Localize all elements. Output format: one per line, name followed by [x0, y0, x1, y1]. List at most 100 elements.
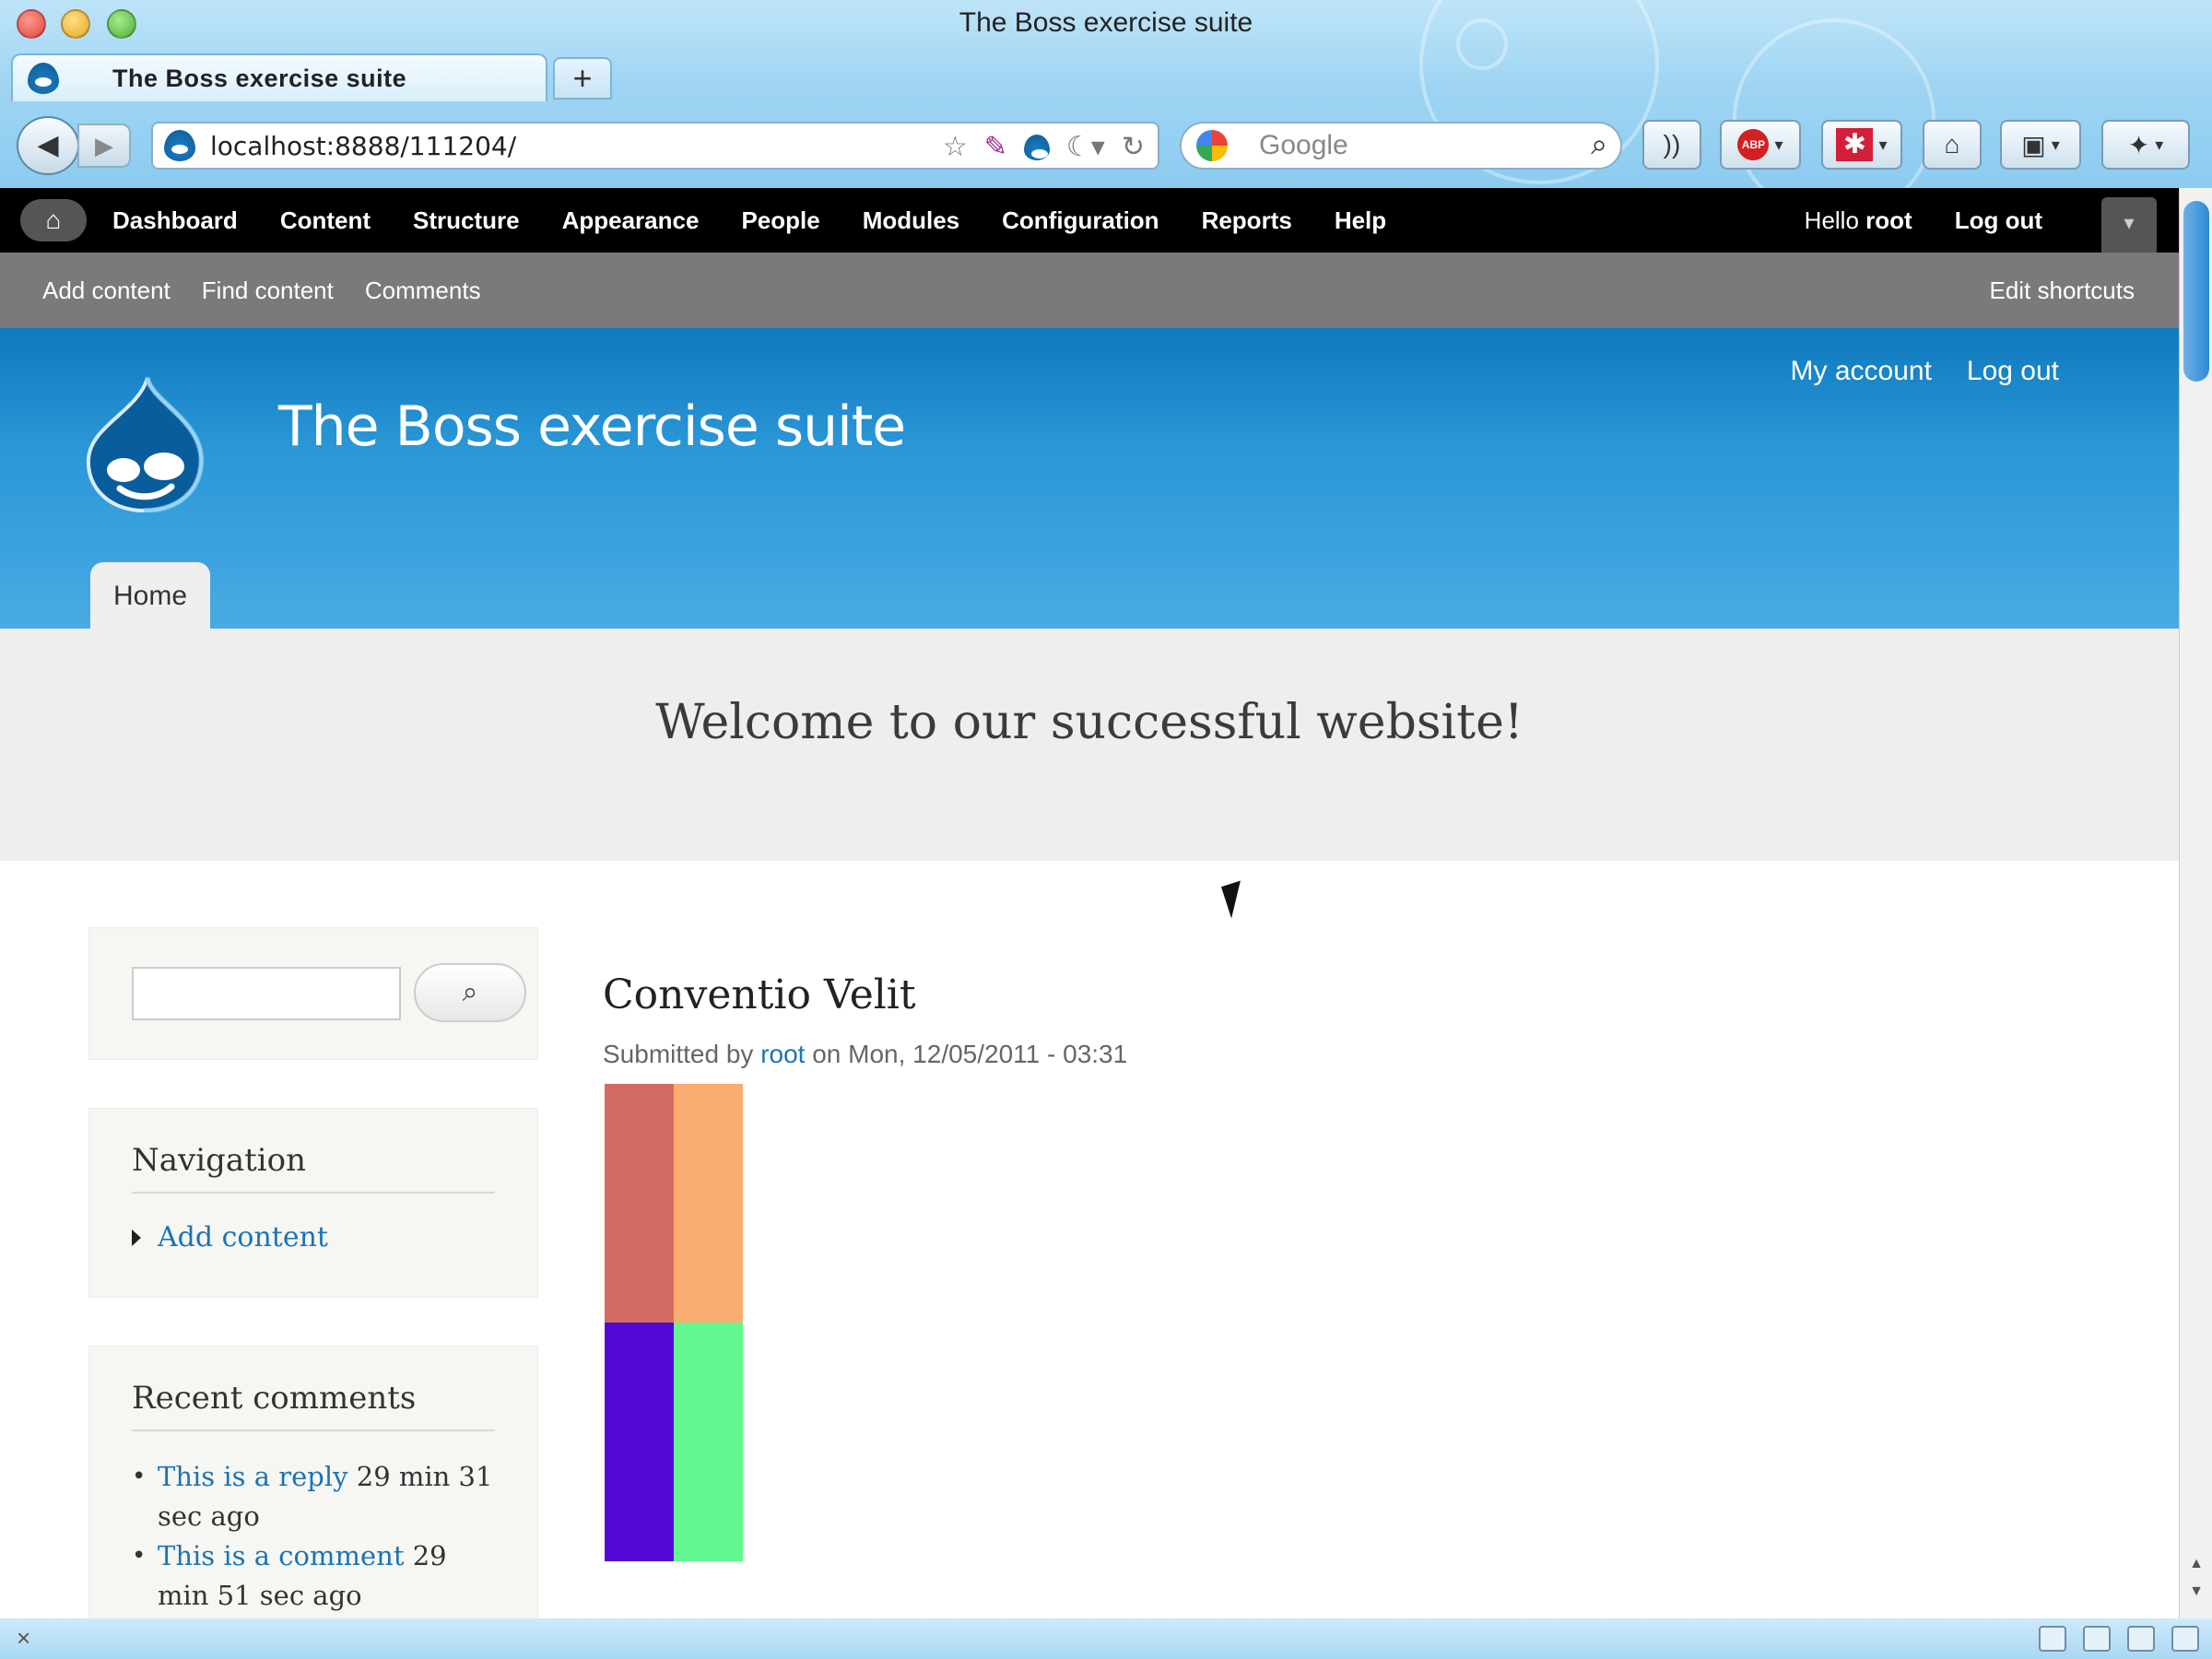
browser-search-bar[interactable]: Google ⌕ [1180, 122, 1622, 170]
back-button[interactable]: ◀ [17, 116, 79, 175]
site-header: The Boss exercise suite My account Log o… [0, 328, 2179, 630]
toolbar-home-button[interactable]: ⌂ [20, 199, 87, 241]
toolbar-link-configuration[interactable]: Configuration [1002, 206, 1159, 235]
site-identity-icon [164, 130, 195, 161]
comment-entry: This is a reply 29 min 31 sec ago [158, 1457, 500, 1536]
url-text: localhost:8888/111204/ [210, 130, 517, 161]
scroll-down-arrow-icon[interactable]: ▼ [2180, 1583, 2212, 1609]
author-link[interactable]: root [760, 1040, 805, 1068]
collapsed-triangle-icon [132, 1229, 141, 1246]
bookmarks-button[interactable]: ▣ ▾ [2000, 120, 2081, 170]
secondary-logout-link[interactable]: Log out [1967, 356, 2059, 387]
mail-icon[interactable] [2171, 1626, 2199, 1652]
history-dropdown-icon[interactable]: ☾▾ [1066, 131, 1105, 163]
browser-status-bar: × [0, 1618, 2212, 1659]
tab-title: The Boss exercise suite [112, 64, 407, 92]
scrollbar-thumb[interactable] [2183, 201, 2209, 382]
navigation-add-content-link[interactable]: Add content [158, 1221, 328, 1253]
site-search-input[interactable] [132, 967, 401, 1020]
shortcuts-toggle-button[interactable]: ▾ [2101, 197, 2157, 253]
image-quadrant [605, 1084, 674, 1323]
chevron-down-icon: ▾ [2155, 135, 2164, 154]
search-icon: ⌕ [462, 977, 478, 1007]
search-icon[interactable]: ⌕ [1591, 127, 1607, 162]
toolbar-link-structure[interactable]: Structure [413, 206, 520, 235]
bullet-icon: • [132, 1463, 147, 1490]
toolbar-link-people[interactable]: People [741, 206, 819, 235]
featured-message: Welcome to our successful website! [655, 695, 1524, 750]
comment-entry: This is a comment 29 min 51 sec ago [158, 1536, 500, 1616]
feather-icon[interactable]: ✎ [984, 131, 1007, 163]
main-menu-home-tab[interactable]: Home [90, 562, 210, 630]
divider [132, 1192, 495, 1194]
node-image [605, 1084, 743, 1561]
node-submitted-info: Submitted by root on Mon, 12/05/2011 - 0… [603, 1040, 1127, 1069]
browser-chrome: The Boss exercise suite The Boss exercis… [0, 0, 2212, 188]
vertical-scrollbar[interactable]: ▲ ▼ [2179, 188, 2212, 1618]
bookmark-star-icon[interactable]: ☆ [943, 131, 968, 163]
addon-status-icon[interactable] [2039, 1626, 2066, 1652]
home-icon: ⌂ [45, 206, 62, 234]
chevron-down-icon: ▾ [2051, 135, 2060, 154]
image-quadrant [674, 1084, 743, 1323]
home-icon: ⌂ [1944, 130, 1960, 159]
forward-button[interactable]: ▶ [77, 124, 131, 168]
toolbar-link-reports[interactable]: Reports [1202, 206, 1292, 235]
rss-button[interactable]: )) [1642, 120, 1701, 170]
divider [132, 1430, 495, 1431]
close-icon[interactable]: × [17, 1624, 30, 1653]
chevron-down-icon: ▾ [1878, 135, 1888, 154]
toolbar-logout-link[interactable]: Log out [1955, 206, 2042, 235]
asterisk-icon: ✱ [1836, 128, 1874, 161]
recent-comments-block: Recent comments • This is a reply 29 min… [88, 1346, 538, 1659]
drupal-addon-icon[interactable] [1023, 134, 1050, 160]
list-item: • This is a comment 29 min 51 sec ago [132, 1536, 500, 1616]
featured-region: Welcome to our successful website! [0, 629, 2179, 861]
bullet-icon: • [132, 1542, 147, 1570]
site-name[interactable]: The Boss exercise suite [278, 394, 906, 459]
addon-status-icon[interactable] [2127, 1626, 2155, 1652]
tools-button[interactable]: ✦ ▾ [2101, 120, 2190, 170]
address-bar[interactable]: localhost:8888/111204/ ☆ ✎ ☾▾ ↻ [151, 122, 1159, 170]
search-submit-button[interactable]: ⌕ [414, 963, 526, 1022]
recent-comments-title: Recent comments [132, 1380, 417, 1417]
comment-link[interactable]: This is a reply [158, 1461, 348, 1492]
shortcut-bar: Add content Find content Comments Edit s… [0, 253, 2179, 328]
shortcut-add-content[interactable]: Add content [42, 276, 171, 305]
image-quadrant [674, 1323, 743, 1561]
reload-icon[interactable]: ↻ [1122, 131, 1145, 163]
browser-tab[interactable]: The Boss exercise suite [11, 53, 547, 101]
addon-status-icon[interactable] [2083, 1626, 2111, 1652]
navigation-item[interactable]: Add content [132, 1221, 328, 1253]
toolbar-link-appearance[interactable]: Appearance [562, 206, 700, 235]
drupal-favicon-icon [28, 63, 59, 94]
edit-shortcuts-link[interactable]: Edit shortcuts [1989, 276, 2135, 305]
tools-icon: ✦ [2127, 130, 2150, 159]
new-tab-button[interactable]: + [553, 57, 612, 100]
navigation-title: Navigation [132, 1142, 307, 1179]
node-title[interactable]: Conventio Velit [603, 971, 916, 1018]
scroll-up-arrow-icon[interactable]: ▲ [2180, 1556, 2212, 1582]
shortcut-find-content[interactable]: Find content [202, 276, 334, 305]
mouse-cursor-icon [1220, 880, 1252, 919]
my-account-link[interactable]: My account [1791, 356, 1932, 387]
drupal-logo-icon[interactable] [83, 374, 206, 512]
toolbar-link-modules[interactable]: Modules [863, 206, 959, 235]
comment-link[interactable]: This is a comment [158, 1540, 404, 1571]
search-block: ⌕ [88, 927, 538, 1060]
list-item: • This is a reply 29 min 31 sec ago [132, 1457, 500, 1536]
shortcut-comments[interactable]: Comments [365, 276, 481, 305]
addon-star-button[interactable]: ✱ ▾ [1821, 120, 1902, 170]
toolbar-link-help[interactable]: Help [1335, 206, 1386, 235]
image-quadrant [605, 1323, 674, 1561]
adblock-icon: ABP [1737, 129, 1770, 160]
navigation-block: Navigation Add content [88, 1108, 538, 1298]
hello-username[interactable]: root [1865, 206, 1912, 234]
google-icon[interactable] [1196, 130, 1228, 161]
chevron-down-icon: ▾ [1774, 135, 1783, 154]
toolbar-link-content[interactable]: Content [280, 206, 371, 235]
home-button[interactable]: ⌂ [1923, 120, 1982, 170]
window-title: The Boss exercise suite [959, 7, 1253, 38]
toolbar-link-dashboard[interactable]: Dashboard [112, 206, 238, 235]
adblock-button[interactable]: ABP ▾ [1720, 120, 1801, 170]
